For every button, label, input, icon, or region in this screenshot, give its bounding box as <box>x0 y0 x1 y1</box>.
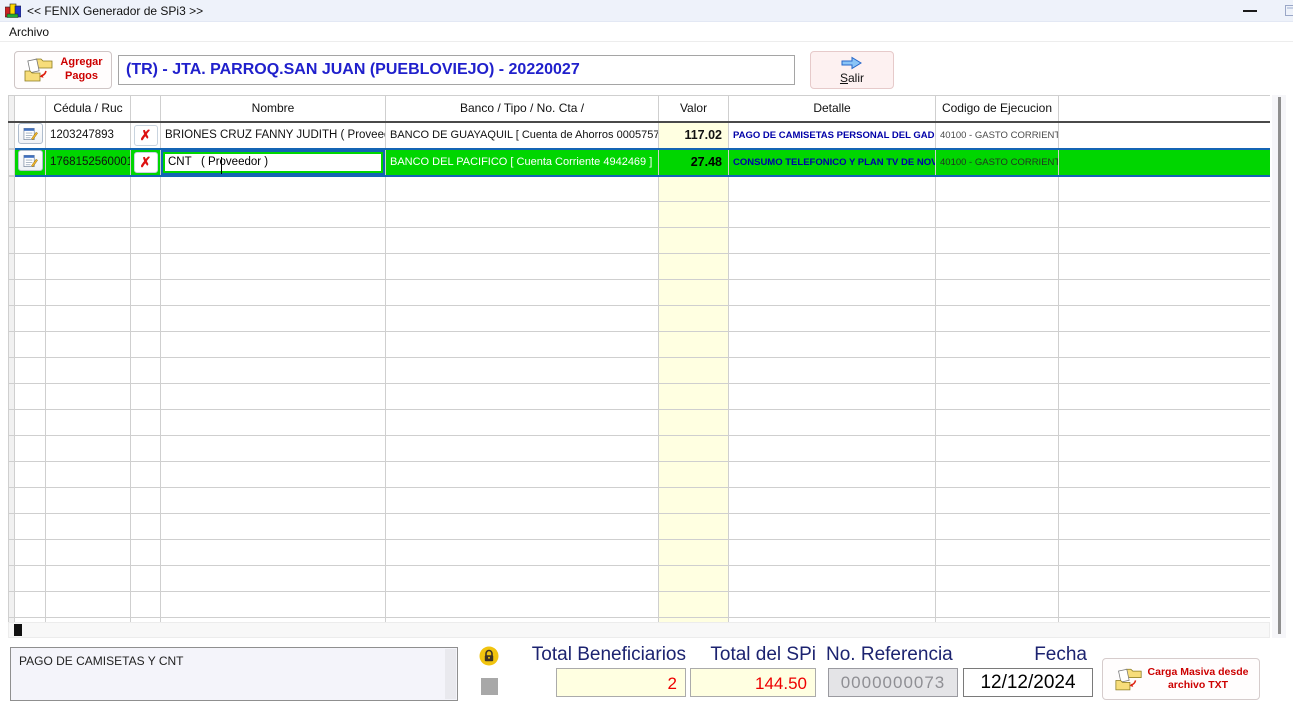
total-spi-value: 144.50 <box>690 668 816 697</box>
menu-archivo[interactable]: Archivo <box>0 25 58 39</box>
column-header-nombre: Nombre <box>161 96 386 122</box>
empty-row <box>9 410 1271 436</box>
fecha-value[interactable]: 12/12/2024 <box>963 668 1093 697</box>
no-referencia-value: 0000000073 <box>828 668 958 697</box>
table-row-selected: 1768152560001 ✗ BANCO DEL PACIFICO [ Cue… <box>9 149 1271 176</box>
delete-row-button[interactable]: ✗ <box>134 125 158 146</box>
codigo-cell[interactable]: 40100 - GASTO CORRIENTE <box>936 122 1059 149</box>
empty-row <box>9 202 1271 228</box>
empty-row <box>9 280 1271 306</box>
banco-cell[interactable]: BANCO DE GUAYAQUIL [ Cuenta de Ahorros 0… <box>386 122 659 149</box>
horizontal-scrollbar-thumb[interactable] <box>14 624 22 636</box>
total-spi-label: Total del SPi <box>640 644 816 666</box>
total-beneficiarios-value: 2 <box>556 668 686 697</box>
empty-row <box>9 540 1271 566</box>
note-scrollbar[interactable] <box>445 649 456 699</box>
title-bar: << FENIX Generador de SPi3 >> <box>0 0 1293 22</box>
nombre-edit-box <box>161 150 385 175</box>
window-title: << FENIX Generador de SPi3 >> <box>27 4 203 18</box>
table-row: 1203247893 ✗ BRIONES CRUZ FANNY JUDITH (… <box>9 122 1271 149</box>
note-textarea[interactable]: PAGO DE CAMISETAS Y CNT <box>10 647 458 701</box>
cedula-cell[interactable]: 1203247893 <box>46 122 131 149</box>
empty-row <box>9 462 1271 488</box>
banco-cell[interactable]: BANCO DEL PACIFICO [ Cuenta Corriente 49… <box>386 149 659 176</box>
vertical-scrollbar[interactable] <box>1272 95 1286 638</box>
column-header <box>15 96 46 122</box>
text-caret <box>221 157 222 174</box>
fecha-label: Fecha <box>957 644 1087 666</box>
delete-row-button[interactable]: ✗ <box>134 152 158 173</box>
app-icon <box>5 3 21 19</box>
empty-row <box>9 384 1271 410</box>
column-header-codigo: Codigo de Ejecucion <box>936 96 1059 122</box>
empty-row <box>9 176 1271 202</box>
column-header-detalle: Detalle <box>729 96 936 122</box>
minimize-button[interactable] <box>1243 10 1257 12</box>
empty-row <box>9 254 1271 280</box>
note-with-pencil-icon <box>23 126 38 142</box>
vertical-scrollbar-thumb[interactable] <box>1278 97 1281 634</box>
grid-header-row: Cédula / Ruc Nombre Banco / Tipo / No. C… <box>9 96 1271 122</box>
salir-label: Salir <box>840 71 864 85</box>
restore-button[interactable] <box>1285 5 1293 16</box>
empty-row <box>9 592 1271 618</box>
column-header-banco: Banco / Tipo / No. Cta / <box>386 96 659 122</box>
horizontal-scrollbar[interactable] <box>8 622 1270 638</box>
edit-row-button[interactable] <box>18 123 43 144</box>
carga-masiva-label: Carga Masiva desde archivo TXT <box>1148 666 1249 692</box>
edit-row-button[interactable] <box>18 150 43 171</box>
menu-bar: Archivo <box>0 23 1293 42</box>
detalle-cell[interactable]: CONSUMO TELEFONICO Y PLAN TV DE NOVIEMBR… <box>729 149 936 176</box>
nombre-edit-input[interactable] <box>165 154 381 171</box>
note-with-pencil-icon <box>23 153 38 169</box>
entity-title-field[interactable]: (TR) - JTA. PARROQ.SAN JUAN (PUEBLOVIEJO… <box>118 55 795 85</box>
empty-row <box>9 306 1271 332</box>
empty-row <box>9 358 1271 384</box>
footer: PAGO DE CAMISETAS Y CNT Total Beneficiar… <box>0 640 1293 707</box>
red-x-icon: ✗ <box>140 127 152 143</box>
blue-right-arrow-icon <box>840 56 864 70</box>
empty-row <box>9 332 1271 358</box>
salir-button[interactable]: Salir <box>810 51 894 89</box>
empty-row <box>9 488 1271 514</box>
folders-with-red-arrow-icon <box>23 56 55 84</box>
detalle-cell[interactable]: PAGO DE CAMISETAS PERSONAL DEL GAD <box>729 122 936 149</box>
carga-masiva-button[interactable]: Carga Masiva desde archivo TXT <box>1102 658 1260 700</box>
agregar-pagos-label: Agregar Pagos <box>60 56 102 84</box>
nombre-cell[interactable]: BRIONES CRUZ FANNY JUDITH ( Proveedor ) <box>161 122 386 149</box>
payments-grid: Cédula / Ruc Nombre Banco / Tipo / No. C… <box>8 95 1270 622</box>
empty-row <box>9 566 1271 592</box>
cedula-cell[interactable]: 1768152560001 <box>46 149 131 176</box>
column-header-valor: Valor <box>659 96 729 122</box>
empty-row <box>9 228 1271 254</box>
empty-row <box>9 514 1271 540</box>
toolbar: Agregar Pagos (TR) - JTA. PARROQ.SAN JUA… <box>0 42 1293 95</box>
folders-with-red-arrow-icon <box>1114 666 1144 693</box>
valor-cell[interactable]: 27.48 <box>659 149 729 176</box>
column-header-cedula: Cédula / Ruc <box>46 96 131 122</box>
status-square[interactable] <box>481 678 498 695</box>
codigo-cell[interactable]: 40100 - GASTO CORRIENTE <box>936 149 1059 176</box>
column-header <box>1059 96 1271 122</box>
red-x-icon: ✗ <box>140 154 152 170</box>
empty-row <box>9 436 1271 462</box>
column-header <box>131 96 161 122</box>
agregar-pagos-button[interactable]: Agregar Pagos <box>14 51 112 89</box>
no-referencia-label: No. Referencia <box>826 644 966 666</box>
valor-cell[interactable]: 117.02 <box>659 122 729 149</box>
note-text: PAGO DE CAMISETAS Y CNT <box>19 654 183 668</box>
